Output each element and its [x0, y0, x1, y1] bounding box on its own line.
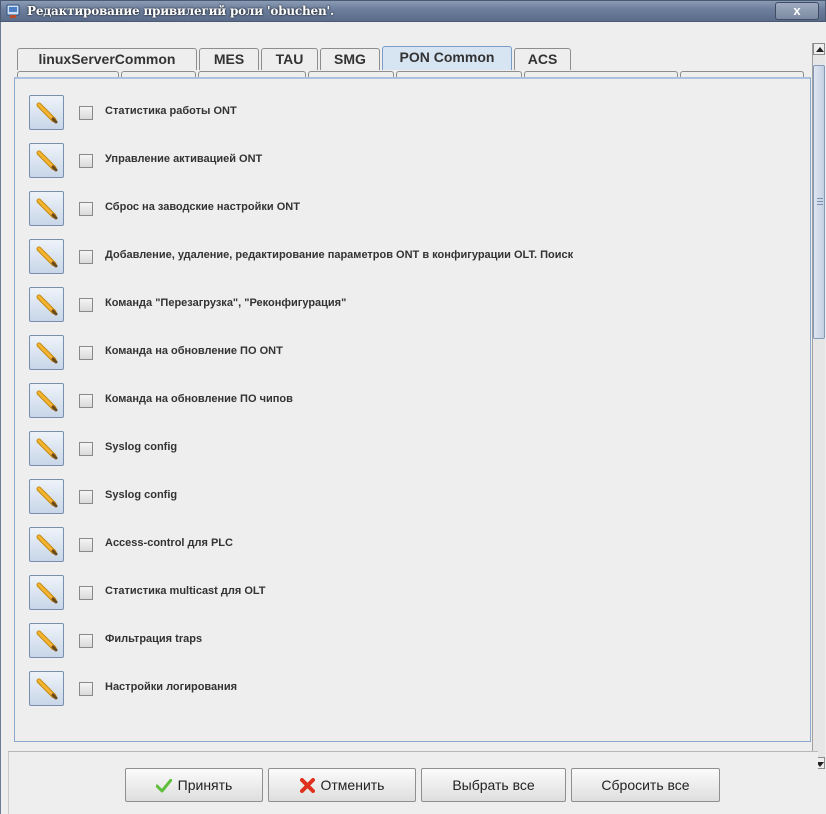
privilege-label: Команда на обновление ПО чипов [105, 393, 293, 405]
privilege-label: Фильтрация traps [105, 633, 203, 645]
privilege-row: Команда на обновление ПО ONT [15, 335, 805, 371]
scroll-thumb[interactable] [813, 65, 825, 339]
edit-privilege-button[interactable] [29, 431, 64, 466]
privilege-row: Команда "Перезагрузка", "Реконфигурация" [15, 287, 805, 323]
privilege-row: Управление активацией ONT [15, 143, 805, 179]
cancel-button-label: Отменить [320, 777, 385, 793]
title-bar[interactable]: Редактирование привилегий роли 'obuchen'… [0, 0, 826, 22]
privilege-label: Команда "Перезагрузка", "Реконфигурация" [105, 297, 347, 309]
privilege-label: Команда на обновление ПО ONT [105, 345, 283, 357]
edit-privilege-button[interactable] [29, 191, 64, 226]
pencil-icon [36, 678, 58, 700]
grip-line [817, 201, 823, 202]
cross-icon [299, 778, 315, 793]
pencil-icon [36, 342, 58, 364]
privilege-row: Access-control для PLC [15, 527, 805, 563]
close-icon: x [793, 3, 801, 18]
privilege-label: Статистика multicast для OLT [105, 585, 266, 597]
cancel-button[interactable]: Отменить [268, 768, 416, 802]
privilege-row: Добавление, удаление, редактирование пар… [15, 239, 805, 275]
privilege-label: Добавление, удаление, редактирование пар… [105, 249, 574, 261]
privilege-checkbox[interactable] [79, 682, 93, 696]
select-all-button[interactable]: Выбрать все [421, 768, 566, 802]
privilege-label: Настройки логирования [105, 681, 237, 693]
pencil-icon [36, 150, 58, 172]
privilege-checkbox[interactable] [79, 586, 93, 600]
pencil-icon [36, 534, 58, 556]
window-app-icon [6, 4, 20, 18]
window-title: Редактирование привилегий роли 'obuchen'… [27, 4, 334, 18]
scroll-up-button[interactable] [813, 43, 825, 55]
privilege-label: Управление активацией ONT [105, 153, 263, 165]
tab-linuxservercommon[interactable]: linuxServerCommon [17, 48, 197, 70]
privilege-checkbox[interactable] [79, 538, 93, 552]
privilege-checkbox[interactable] [79, 394, 93, 408]
reset-all-button[interactable]: Сбросить все [571, 768, 720, 802]
tab-smg[interactable]: SMG [320, 48, 380, 70]
privilege-row: Syslog config [15, 479, 805, 515]
privilege-label: Сброс на заводские настройки ONT [105, 201, 300, 213]
edit-privilege-button[interactable] [29, 527, 64, 562]
privilege-checkbox[interactable] [79, 106, 93, 120]
privilege-checkbox[interactable] [79, 634, 93, 648]
close-button[interactable]: x [775, 2, 819, 20]
pencil-icon [36, 390, 58, 412]
privileges-panel: Статистика работы ONT Управление активаци… [14, 77, 811, 742]
privilege-row: Статистика работы ONT [15, 95, 805, 131]
privilege-label: Статистика работы ONT [105, 105, 237, 117]
edit-privilege-button[interactable] [29, 143, 64, 178]
privilege-label: Syslog config [105, 489, 178, 501]
grip-line [817, 204, 823, 205]
edit-privilege-button[interactable] [29, 671, 64, 706]
pencil-icon [36, 102, 58, 124]
accept-button-label: Принять [177, 777, 233, 793]
privilege-row: Статистика multicast для OLT [15, 575, 805, 611]
privileges-list: Статистика работы ONT Управление активаци… [15, 79, 810, 742]
accept-button[interactable]: Принять [125, 768, 263, 802]
edit-privilege-button[interactable] [29, 575, 64, 610]
grip-line [817, 198, 823, 199]
edit-privilege-button[interactable] [29, 335, 64, 370]
edit-privilege-button[interactable] [29, 623, 64, 658]
tab-acs[interactable]: ACS [514, 48, 571, 70]
pencil-icon [36, 294, 58, 316]
pencil-icon [36, 246, 58, 268]
privilege-row: Фильтрация traps [15, 623, 805, 659]
reset-all-button-label: Сбросить все [601, 777, 690, 793]
edit-privilege-button[interactable] [29, 383, 64, 418]
select-all-button-label: Выбрать все [452, 777, 535, 793]
edit-privilege-button[interactable] [29, 287, 64, 322]
privilege-checkbox[interactable] [79, 202, 93, 216]
edit-privilege-button[interactable] [29, 239, 64, 274]
edit-privilege-button[interactable] [29, 479, 64, 514]
privilege-checkbox[interactable] [79, 490, 93, 504]
privilege-checkbox[interactable] [79, 298, 93, 312]
privilege-checkbox[interactable] [79, 250, 93, 264]
pencil-icon [36, 582, 58, 604]
privilege-label: Access-control для PLC [105, 537, 233, 549]
checkmark-icon [155, 778, 173, 793]
privilege-label: Syslog config [105, 441, 178, 453]
pencil-icon [36, 630, 58, 652]
pencil-icon [36, 198, 58, 220]
privilege-checkbox[interactable] [79, 346, 93, 360]
privilege-row: Команда на обновление ПО чипов [15, 383, 805, 419]
pencil-icon [36, 486, 58, 508]
privilege-checkbox[interactable] [79, 442, 93, 456]
privilege-row: Syslog config [15, 431, 805, 467]
arrow-up-icon [816, 47, 824, 52]
privilege-row: Настройки логирования [15, 671, 805, 707]
edit-privilege-button[interactable] [29, 95, 64, 130]
privilege-checkbox[interactable] [79, 154, 93, 168]
tab-pon-common[interactable]: PON Common [382, 46, 512, 70]
tab-mes[interactable]: MES [199, 48, 259, 70]
tab-tau[interactable]: TAU [261, 48, 318, 70]
vertical-scrollbar[interactable] [812, 43, 825, 769]
pencil-icon [36, 438, 58, 460]
privilege-row: Сброс на заводские настройки ONT [15, 191, 805, 227]
